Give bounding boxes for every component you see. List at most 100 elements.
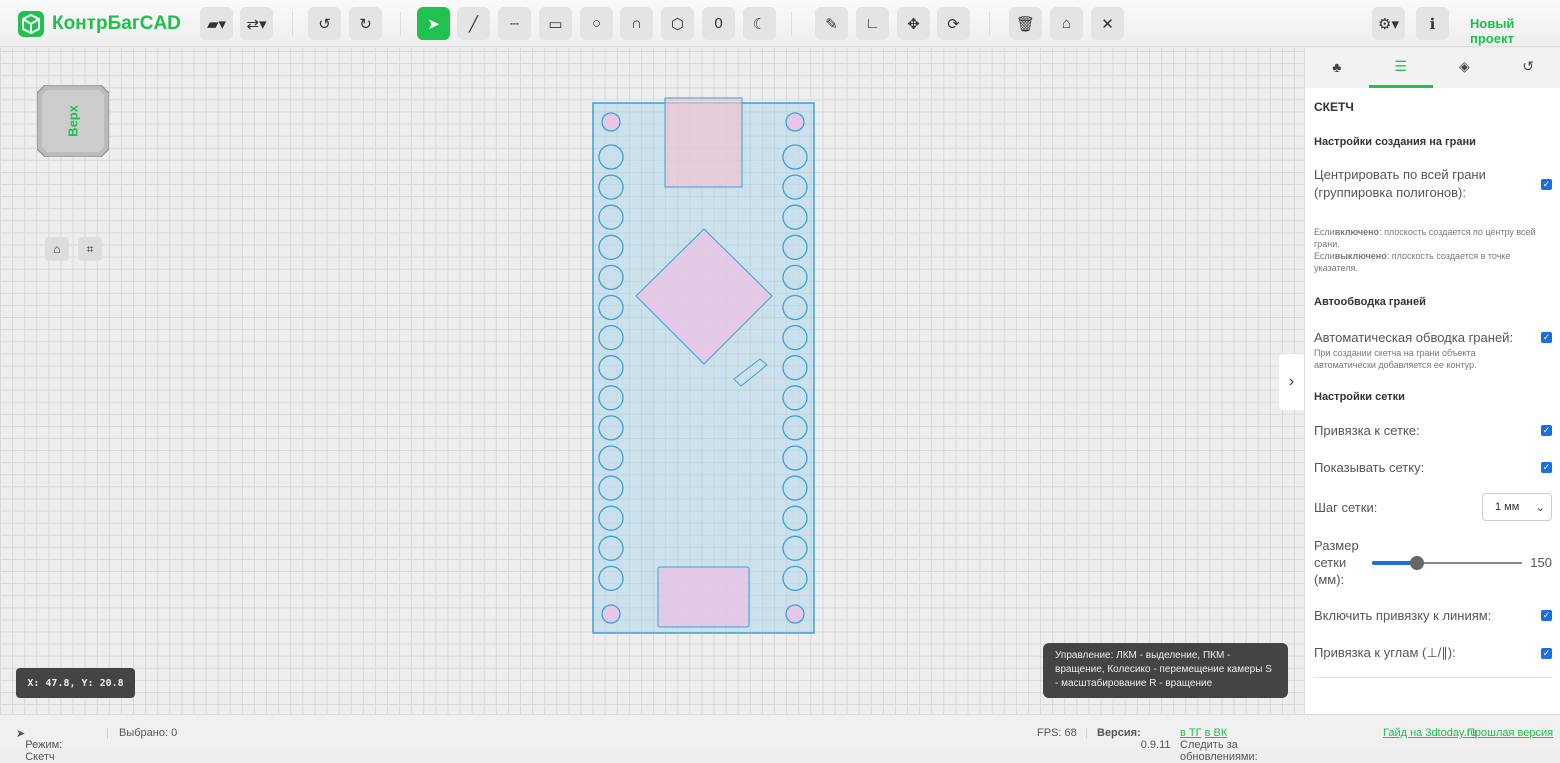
tab-settings[interactable]: ☰	[1368, 48, 1433, 88]
home-view-button[interactable]: ⌂	[45, 237, 69, 261]
tab-history[interactable]: ↺	[1496, 48, 1560, 88]
pin-pad	[782, 505, 808, 531]
pin-pad	[598, 264, 624, 291]
pin-pad	[782, 475, 808, 501]
dashed-line-tool-button[interactable]: ┄	[498, 7, 531, 40]
undo-button[interactable]: ↺	[308, 7, 341, 40]
view-cube-label: Верх	[65, 105, 81, 137]
toolbar: КонтрБагCAD ▰▾ ⇄▾ ↺ ↻ ➤ ╱ ┄ ▭ ○ ∩ ⬡ 0 ☾ …	[0, 0, 1560, 47]
pin-pad	[782, 415, 808, 441]
pin-pad	[598, 505, 624, 531]
center-label: Центрировать по всей грани (группировка …	[1314, 167, 1486, 200]
version-value: 0.9.11	[1140, 739, 1171, 751]
settings-button[interactable]: ⚙▾	[1372, 7, 1405, 40]
auto-checkbox[interactable]: ✓	[1541, 332, 1552, 343]
tab-layers[interactable]: ◈	[1433, 48, 1497, 88]
pin-pad	[782, 294, 808, 321]
rectangle-tool-button[interactable]: ▭	[539, 7, 572, 40]
circle-tool-button[interactable]: ○	[580, 7, 613, 40]
delete-button[interactable]: 🗑	[1009, 7, 1042, 40]
redo-button[interactable]: ↻	[349, 7, 382, 40]
follow-label: Следить за обновлениями:	[1180, 739, 1258, 763]
info-button[interactable]: ℹ	[1416, 7, 1449, 40]
crescent-tool-button[interactable]: ☾	[743, 7, 776, 40]
rotate-tool-button[interactable]: ⟳	[937, 7, 970, 40]
file-menu-button[interactable]: ▰▾	[200, 7, 233, 40]
chevron-down-icon: ⌄	[1535, 501, 1545, 514]
ruler-tool-button[interactable]: ✎	[815, 7, 848, 40]
sliders-icon: ☰	[1394, 58, 1407, 74]
cube-logo-icon	[18, 11, 44, 37]
mounting-hole	[785, 604, 805, 624]
grid-step-label: Шаг сетки:	[1314, 499, 1378, 515]
pin-pad	[598, 204, 624, 230]
import-export-button[interactable]: ⇄▾	[240, 7, 273, 40]
close-button[interactable]: ✕	[1091, 7, 1124, 40]
pin-pad	[598, 475, 624, 501]
pin-pad	[598, 294, 624, 321]
pin-pad	[782, 385, 808, 411]
pin-pad	[598, 355, 624, 381]
vk-link[interactable]: в ВК	[1205, 727, 1228, 739]
fit-view-button[interactable]: ⌗	[78, 237, 102, 261]
history-icon: ↺	[1522, 58, 1534, 74]
arc-tool-button[interactable]: ∩	[620, 7, 653, 40]
snap-lines-checkbox[interactable]: ✓	[1541, 610, 1552, 621]
mounting-hole	[601, 112, 621, 132]
section-auto: Автообводка граней	[1314, 296, 1426, 308]
selected-count: Выбрано: 0	[119, 727, 178, 739]
pin-pad	[782, 234, 808, 260]
project-name[interactable]: Новый проект	[1470, 16, 1560, 46]
section-face: Настройки создания на грани	[1314, 136, 1476, 148]
tab-objects[interactable]: ♣	[1305, 48, 1369, 88]
app-name: КонтрБагCAD	[52, 13, 181, 34]
expand-panel-button[interactable]: ›	[1279, 354, 1304, 410]
view-cube[interactable]: Верх	[36, 84, 110, 158]
pin-pad	[598, 174, 624, 200]
sketch-drawing	[592, 97, 815, 634]
pin-pad	[782, 174, 808, 200]
show-grid-checkbox[interactable]: ✓	[1541, 462, 1552, 473]
angle-tool-button[interactable]: ∟	[856, 7, 889, 40]
mounting-hole	[601, 604, 621, 624]
auto-note: При создании скетча на грани объекта авт…	[1314, 348, 1477, 370]
snap-grid-checkbox[interactable]: ✓	[1541, 425, 1552, 436]
bottom-component	[657, 566, 750, 628]
grid-size-label: Размер сетки (мм):	[1314, 538, 1359, 587]
sketch-canvas[interactable]: Верх ⌂ ⌗	[0, 48, 1304, 714]
move-tool-button[interactable]: ✥	[897, 7, 930, 40]
version-label: Версия:	[1097, 727, 1141, 739]
center-note: Есливключено: плоскость создается по цен…	[1314, 227, 1536, 273]
pin-pad	[598, 535, 624, 561]
show-grid-label: Показывать сетку:	[1314, 460, 1425, 475]
guide-link[interactable]: Гайд на 3dtoday.ru	[1383, 727, 1477, 739]
mounting-hole	[785, 112, 805, 132]
center-checkbox[interactable]: ✓	[1541, 178, 1552, 190]
pin-pad	[782, 535, 808, 561]
pin-pad	[598, 144, 624, 170]
auto-label: Автоматическая обводка граней:	[1314, 330, 1514, 345]
snap-lines-label: Включить привязку к линиям:	[1314, 608, 1492, 623]
grid-size-slider[interactable]	[1372, 555, 1523, 571]
polygon-tool-button[interactable]: ⬡	[661, 7, 694, 40]
grid-step-select[interactable]: 1 мм ⌄	[1482, 493, 1552, 521]
grid-size-value: 150	[1530, 555, 1552, 570]
mode-status: ➤ Режим: Скетч	[16, 728, 63, 763]
snap-angles-checkbox[interactable]: ✓	[1541, 647, 1552, 659]
ellipse-tool-button[interactable]: 0	[702, 7, 735, 40]
snap-angles-label: Привязка к углам (⊥/∥):	[1314, 645, 1456, 660]
fps-counter: FPS: 68	[1037, 727, 1077, 739]
snap-grid-label: Привязка к сетке:	[1314, 423, 1420, 438]
controls-hint: Управление: ЛКМ - выделение, ПКМ - враще…	[1043, 643, 1288, 698]
tg-link[interactable]: в ТГ	[1180, 727, 1202, 739]
previous-version-link[interactable]: Прошлая версия	[1467, 727, 1553, 739]
app-logo: КонтрБагCAD	[16, 9, 181, 39]
select-tool-button[interactable]: ➤	[417, 7, 450, 40]
panel-title: СКЕТЧ	[1314, 100, 1354, 114]
pin-pad	[598, 385, 624, 411]
pin-pad	[782, 204, 808, 230]
cursor-coordinates: X: 47.8, Y: 20.8	[16, 668, 135, 698]
status-bar: ➤ Режим: Скетч | Выбрано: 0 FPS: 68 | Ве…	[0, 714, 1560, 763]
line-tool-button[interactable]: ╱	[457, 7, 490, 40]
clean-button[interactable]: ⌂	[1050, 7, 1083, 40]
